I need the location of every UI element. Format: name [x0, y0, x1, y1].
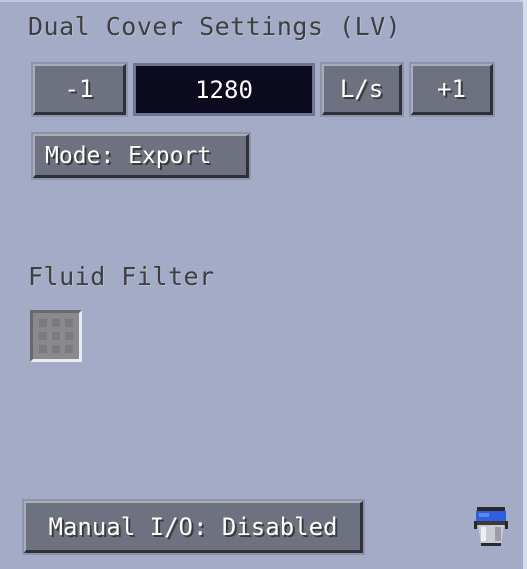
unit-toggle-button[interactable]: L/s	[320, 62, 404, 117]
fluid-filter-label: Fluid Filter	[28, 262, 215, 291]
cover-settings-panel: Dual Cover Settings (LV) -1 1280 L/s +1 …	[0, 0, 527, 569]
window-title: Dual Cover Settings (LV)	[28, 12, 402, 41]
filter-grid-icon	[39, 319, 73, 353]
transfer-rate-field[interactable]: 1280	[133, 63, 315, 116]
decrease-rate-button[interactable]: -1	[31, 62, 128, 117]
bucket-icon	[473, 505, 509, 551]
fluid-filter-slot[interactable]	[30, 310, 82, 362]
mode-button[interactable]: Mode: Export	[31, 132, 251, 180]
increase-rate-button[interactable]: +1	[409, 62, 495, 117]
manual-io-button[interactable]: Manual I/O: Disabled	[22, 499, 365, 555]
